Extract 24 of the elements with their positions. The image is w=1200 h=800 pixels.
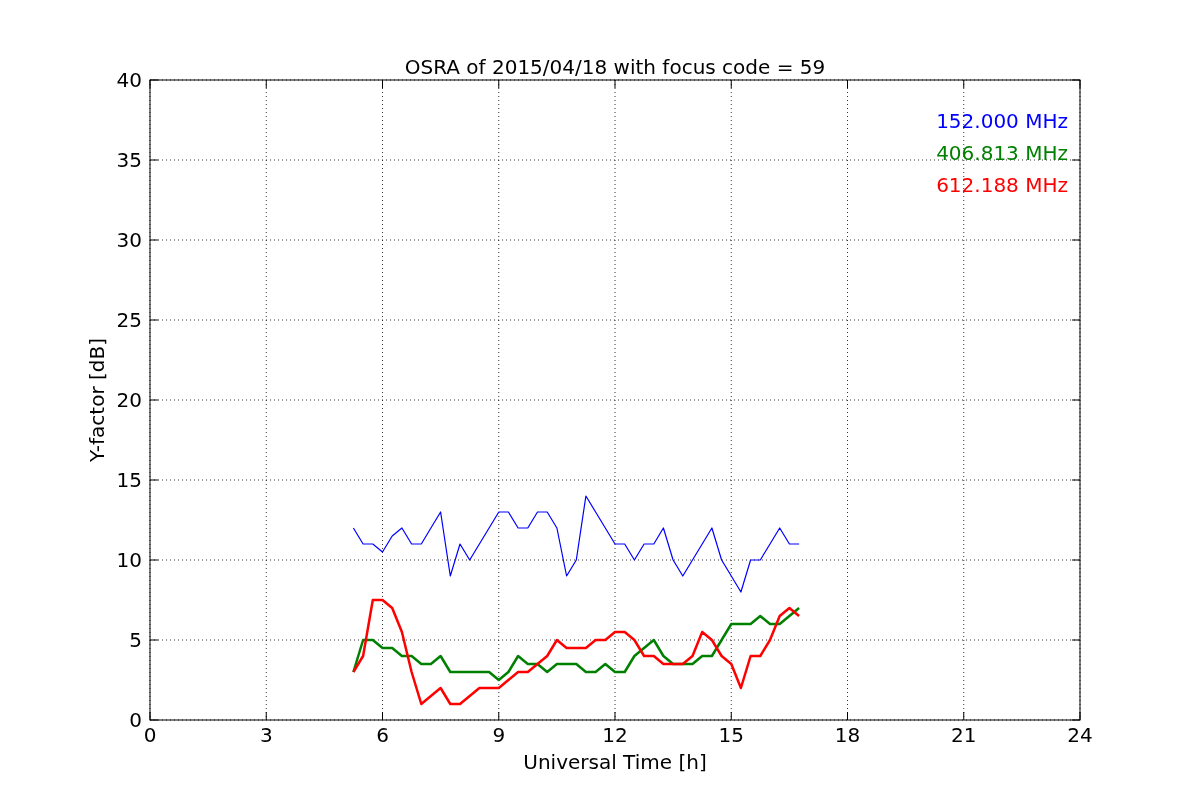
- tick-label: 3: [259, 723, 273, 747]
- tick-label: 20: [116, 388, 142, 412]
- legend-label: 612.188 MHz: [936, 173, 1068, 197]
- tick-label: 18: [834, 723, 861, 747]
- tick-label: 40: [116, 68, 142, 92]
- tick-label: 12: [602, 723, 628, 747]
- legend-label: 406.813 MHz: [936, 141, 1068, 165]
- tick-label: 24: [1067, 723, 1093, 747]
- tick-label: 0: [143, 723, 157, 747]
- tick-label: 10: [116, 548, 142, 572]
- tick-label: 5: [129, 628, 142, 652]
- tick-label: 35: [116, 148, 142, 172]
- tick-label: 9: [492, 723, 506, 747]
- tick-label: 21: [951, 723, 977, 747]
- tick-label: 15: [116, 468, 142, 492]
- tick-label: 0: [129, 708, 142, 732]
- tick-label: 25: [116, 308, 142, 332]
- tick-label: 6: [376, 723, 389, 747]
- tick-label: 30: [116, 228, 142, 252]
- y-axis-label: Y-factor [dB]: [85, 338, 109, 462]
- tick-label: 15: [718, 723, 744, 747]
- x-axis-label: Universal Time [h]: [523, 750, 707, 774]
- chart-title: OSRA of 2015/04/18 with focus code = 59: [404, 55, 826, 79]
- legend-label: 152.000 MHz: [936, 109, 1068, 133]
